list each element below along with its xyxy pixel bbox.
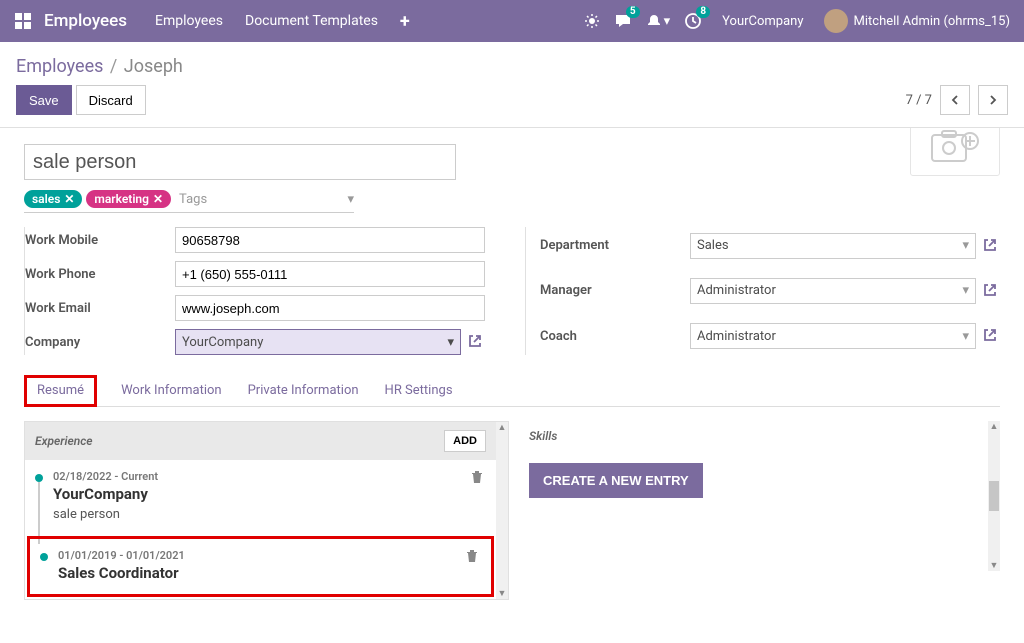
coach-select[interactable]: Administrator▾ xyxy=(690,323,976,349)
pager-text: 7 / 7 xyxy=(906,93,932,108)
label-coach: Coach xyxy=(540,329,690,344)
app-brand[interactable]: Employees xyxy=(44,11,127,31)
scrollbar[interactable]: ▲▼ xyxy=(496,422,508,599)
form-left-column: Work Mobile Work Phone Work Email Compan… xyxy=(25,227,485,355)
avatar xyxy=(824,9,848,33)
tag-marketing[interactable]: marketing✕ xyxy=(86,190,171,208)
tab-hr-settings[interactable]: HR Settings xyxy=(383,375,455,406)
trash-icon[interactable] xyxy=(465,549,479,563)
top-navbar: Employees Employees Document Templates +… xyxy=(0,0,1024,42)
label-work-email: Work Email xyxy=(25,301,175,316)
activities-badge: 8 xyxy=(696,6,710,18)
label-department: Department xyxy=(540,238,690,253)
scrollbar[interactable]: ▲▼ xyxy=(988,421,1000,571)
experience-header: Experience xyxy=(35,434,93,448)
chevron-down-icon: ▾ xyxy=(962,238,969,253)
form-sheet: sales✕ marketing✕ Tags ▾ Work Mobile Wor… xyxy=(0,128,1024,616)
external-link-icon[interactable] xyxy=(982,327,1000,345)
skills-panel: Skills CREATE A NEW ENTRY ▲▼ xyxy=(529,421,1000,600)
timeline-line xyxy=(38,482,40,544)
label-manager: Manager xyxy=(540,283,690,298)
trash-icon[interactable] xyxy=(470,470,484,484)
messages-badge: 5 xyxy=(626,6,640,18)
label-company: Company xyxy=(25,335,175,350)
tab-bar: Resumé Work Information Private Informat… xyxy=(24,375,1000,407)
pager: 7 / 7 xyxy=(906,85,1008,115)
nav-employees[interactable]: Employees xyxy=(155,13,223,29)
apps-icon[interactable] xyxy=(14,12,32,30)
experience-sub: sale person xyxy=(53,507,470,522)
chevron-down-icon[interactable]: ▾ xyxy=(347,192,354,207)
experience-panel: Experience ADD 02/18/2022 - Current Your… xyxy=(24,421,509,600)
notifications-icon[interactable]: ▾ xyxy=(646,13,671,29)
breadcrumb-current: Joseph xyxy=(124,56,183,77)
discard-button[interactable]: Discard xyxy=(76,85,146,115)
pager-prev[interactable] xyxy=(940,85,970,115)
breadcrumb-root[interactable]: Employees xyxy=(16,56,103,77)
nav-doc-templates[interactable]: Document Templates xyxy=(245,13,378,29)
user-menu[interactable]: Mitchell Admin (ohrms_15) xyxy=(824,9,1011,33)
chevron-down-icon: ▾ xyxy=(962,283,969,298)
tab-private-info[interactable]: Private Information xyxy=(246,375,361,406)
experience-dates: 01/01/2019 - 01/01/2021 xyxy=(58,549,465,562)
tab-resume[interactable]: Resumé xyxy=(24,375,97,407)
work-email-input[interactable] xyxy=(175,295,485,321)
work-phone-input[interactable] xyxy=(175,261,485,287)
nav-add-icon[interactable]: + xyxy=(400,11,410,32)
external-link-icon[interactable] xyxy=(982,237,1000,255)
employee-image[interactable] xyxy=(910,128,1000,176)
save-button[interactable]: Save xyxy=(16,85,72,115)
experience-title: YourCompany xyxy=(53,485,470,503)
skills-header: Skills xyxy=(529,421,1000,443)
user-name: Mitchell Admin (ohrms_15) xyxy=(854,14,1011,29)
external-link-icon[interactable] xyxy=(982,282,1000,300)
experience-item[interactable]: 01/01/2019 - 01/01/2021 Sales Coordinato… xyxy=(27,536,494,597)
timeline-dot-icon xyxy=(40,553,48,561)
tag-remove-icon[interactable]: ✕ xyxy=(153,192,163,206)
tab-work-info[interactable]: Work Information xyxy=(119,375,224,406)
department-select[interactable]: Sales▾ xyxy=(690,233,976,259)
chevron-down-icon: ▾ xyxy=(447,335,454,350)
company-switcher[interactable]: YourCompany xyxy=(722,14,803,29)
experience-title: Sales Coordinator xyxy=(58,564,465,582)
messages-icon[interactable]: 5 xyxy=(614,12,632,30)
activities-icon[interactable]: 8 xyxy=(684,12,702,30)
pager-next[interactable] xyxy=(978,85,1008,115)
action-bar: Save Discard 7 / 7 xyxy=(0,85,1024,127)
tags-placeholder: Tags xyxy=(179,192,343,207)
label-work-mobile: Work Mobile xyxy=(25,233,175,248)
breadcrumb: Employees / Joseph xyxy=(0,42,1024,85)
label-work-phone: Work Phone xyxy=(25,267,175,282)
chevron-down-icon: ▾ xyxy=(962,329,969,344)
tags-field[interactable]: sales✕ marketing✕ Tags ▾ xyxy=(24,190,354,213)
experience-item[interactable]: 02/18/2022 - Current YourCompany sale pe… xyxy=(25,460,496,534)
manager-select[interactable]: Administrator▾ xyxy=(690,278,976,304)
form-right-column: Department Sales▾ Manager Administrator▾… xyxy=(525,227,1000,355)
external-link-icon[interactable] xyxy=(467,333,485,351)
tag-remove-icon[interactable]: ✕ xyxy=(64,192,74,206)
create-skill-button[interactable]: CREATE A NEW ENTRY xyxy=(529,463,703,498)
debug-icon[interactable] xyxy=(584,13,600,29)
work-mobile-input[interactable] xyxy=(175,227,485,253)
experience-dates: 02/18/2022 - Current xyxy=(53,470,470,483)
tag-sales[interactable]: sales✕ xyxy=(24,190,82,208)
timeline-dot-icon xyxy=(35,474,43,482)
company-select[interactable]: YourCompany▾ xyxy=(175,329,461,355)
job-title-input[interactable] xyxy=(24,144,456,180)
add-experience-button[interactable]: ADD xyxy=(444,430,486,452)
